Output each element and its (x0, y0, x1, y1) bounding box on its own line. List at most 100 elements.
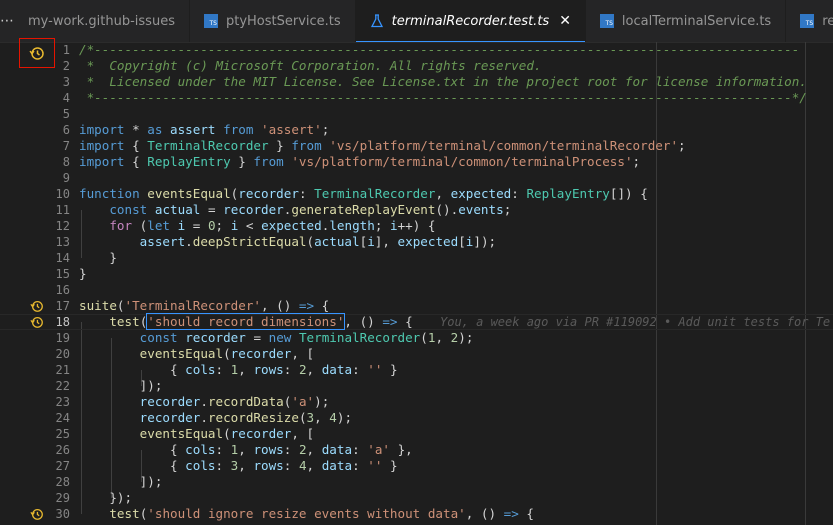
code-line: 8 import { ReplayEntry } from 'vs/platfor… (0, 154, 833, 170)
code-text: /*--------------------------------------… (79, 42, 800, 57)
code-text: import * as assert from 'assert'; (79, 122, 330, 137)
code-line: 21 { cols: 1, rows: 2, data: '' } (0, 362, 833, 378)
code-text: { cols: 3, rows: 4, data: '' } (79, 458, 398, 473)
tab-terminalrecorder-test[interactable]: terminalRecorder.test.ts ✕ (355, 0, 586, 42)
code-line-current: 18 test('should record dimensions', () =… (0, 313, 833, 330)
code-line: 7 import { TerminalRecorder } from 'vs/pl… (0, 138, 833, 154)
line-number: 1 (62, 43, 70, 57)
line-number: 6 (62, 123, 70, 137)
git-blame-annotation[interactable]: You, a week ago via PR #119092 • Add uni… (440, 314, 830, 330)
code-line: 1 /*-------------------------------------… (0, 42, 833, 58)
code-text: eventsEqual(recorder, [ (139, 426, 315, 441)
tab-ptyhostservice[interactable]: TS ptyHostService.ts (190, 0, 356, 42)
line-number: 5 (62, 107, 70, 121)
code-line: 17 suite('TerminalRecorder', () => { (0, 298, 833, 314)
code-text: test('should record dimensions', () => { (109, 313, 413, 330)
code-line: 3 * Licensed under the MIT License. See … (0, 74, 833, 90)
code-text: * Licensed under the MIT License. See Li… (79, 74, 807, 89)
typescript-icon: TS (203, 14, 218, 28)
line-number: 11 (55, 203, 70, 217)
code-line: 29 }); (0, 490, 833, 506)
tab-remoteterm[interactable]: TS remoteTerm (786, 0, 833, 42)
flask-icon (370, 14, 383, 28)
line-number: 21 (55, 363, 70, 377)
code-text: ]); (79, 378, 163, 393)
code-text: assert.deepStrictEqual(actual[i], expect… (139, 234, 497, 249)
line-number: 2 (62, 59, 70, 73)
code-text: test('should ignore resize events withou… (109, 506, 534, 521)
line-number: 13 (55, 235, 70, 249)
line-number: 27 (55, 459, 70, 473)
code-text: { cols: 1, rows: 2, data: 'a' }, (79, 442, 413, 457)
line-number: 23 (55, 395, 70, 409)
code-line: 26 { cols: 1, rows: 2, data: 'a' }, (0, 442, 833, 458)
line-number: 7 (62, 139, 70, 153)
code-text: const actual = recorder.generateReplayEv… (109, 202, 512, 217)
line-number: 28 (55, 475, 70, 489)
line-number: 15 (55, 267, 70, 281)
code-line: 27 { cols: 3, rows: 4, data: '' } (0, 458, 833, 474)
code-text: *---------------------------------------… (79, 90, 807, 105)
tab-label: remoteTerm (822, 13, 833, 29)
line-number: 12 (55, 219, 70, 233)
line-number: 16 (55, 283, 70, 297)
line-number: 10 (55, 187, 70, 201)
tab-label: terminalRecorder.test.ts (391, 13, 550, 29)
typescript-icon: TS (599, 14, 614, 28)
code-text: suite('TerminalRecorder', () => { (79, 298, 330, 313)
line-number: 19 (55, 331, 70, 345)
line-number: 14 (55, 251, 70, 265)
line-number: 4 (62, 91, 70, 105)
code-line: 25 eventsEqual(recorder, [ (0, 426, 833, 442)
code-text: } (79, 250, 117, 265)
code-line: 23 recorder.recordData('a'); (0, 394, 833, 410)
code-line: 20 eventsEqual(recorder, [ (0, 346, 833, 362)
code-text: ]); (79, 474, 163, 489)
code-text: eventsEqual(recorder, [ (139, 346, 315, 361)
close-icon[interactable]: ✕ (559, 13, 571, 29)
code-line: 6 import * as assert from 'assert'; (0, 122, 833, 138)
code-text: recorder.recordData('a'); (139, 394, 330, 409)
line-number: 20 (55, 347, 70, 361)
code-text: recorder.recordResize(3, 4); (139, 410, 353, 425)
code-text: } (79, 266, 87, 281)
line-number: 9 (62, 171, 70, 185)
code-line: 24 recorder.recordResize(3, 4); (0, 410, 833, 426)
code-line: 30 test('should ignore resize events wit… (0, 506, 833, 522)
code-text: const recorder = new TerminalRecorder(1,… (139, 330, 474, 345)
code-line: 4 *-------------------------------------… (0, 90, 833, 106)
code-line: 9 (0, 170, 833, 186)
code-line: 11 const actual = recorder.generateRepla… (0, 202, 833, 218)
code-line: 13 assert.deepStrictEqual(actual[i], exp… (0, 234, 833, 250)
code-text: }); (79, 490, 133, 505)
tab-label: ptyHostService.ts (225, 13, 341, 29)
code-line: 12 for (let i = 0; i < expected.length; … (0, 218, 833, 234)
line-number: 25 (55, 427, 70, 441)
code-text: import { ReplayEntry } from 'vs/platform… (79, 154, 641, 169)
code-line: 14 } (0, 250, 833, 266)
typescript-icon: TS (800, 14, 815, 28)
code-text: function eventsEqual(recorder: TerminalR… (79, 186, 648, 201)
line-number: 24 (55, 411, 70, 425)
tab-label: my-work.github-issues (28, 13, 175, 29)
code-line: 5 (0, 106, 833, 122)
line-number: 18 (55, 315, 70, 329)
code-text: { cols: 1, rows: 2, data: '' } (79, 362, 398, 377)
tabs-overflow-icon[interactable]: ⋯ (0, 0, 14, 42)
code-line: 16 (0, 282, 833, 298)
tab-label: localTerminalService.ts (621, 13, 772, 29)
line-number: 22 (55, 379, 70, 393)
tab-my-work-github-issues[interactable]: my-work.github-issues (14, 0, 190, 42)
code-line: 15} (0, 266, 833, 282)
line-number: 29 (55, 491, 70, 505)
code-text: import { TerminalRecorder } from 'vs/pla… (79, 138, 686, 153)
code-line: 2 * Copyright (c) Microsoft Corporation.… (0, 58, 833, 74)
code-line: 22 ]); (0, 378, 833, 394)
line-number: 17 (55, 299, 70, 313)
tab-localterminalservice[interactable]: TS localTerminalService.ts (586, 0, 787, 42)
line-number: 8 (62, 155, 70, 169)
code-editor[interactable]: 1 /*-------------------------------------… (0, 42, 833, 525)
code-line: 28 ]); (0, 474, 833, 490)
code-text: for (let i = 0; i < expected.length; i++… (109, 218, 436, 233)
code-text: * Copyright (c) Microsoft Corporation. A… (79, 58, 542, 73)
